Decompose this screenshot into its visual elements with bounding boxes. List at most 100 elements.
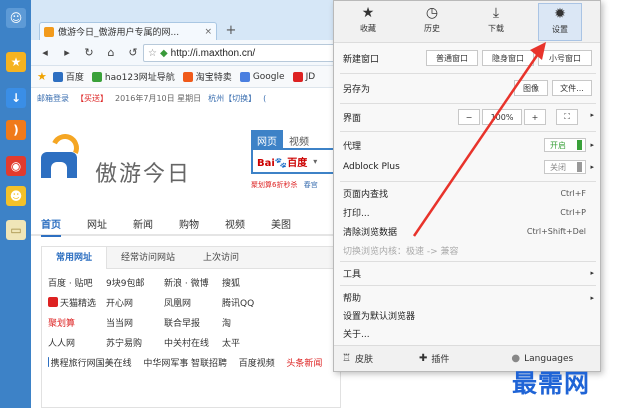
tab-last-visited[interactable]: 上次访问	[189, 247, 253, 269]
date-text: 2016年7月10日 星期日	[115, 93, 202, 103]
history-label: 历史	[424, 24, 440, 33]
promo-blue-link[interactable]: 春宫	[304, 181, 318, 189]
site-link[interactable]: 聚划算	[48, 316, 106, 329]
menu-separator	[340, 261, 596, 262]
menu-proxy[interactable]: 代理 开启 ▸	[334, 136, 600, 154]
menu-about[interactable]: 关于...	[334, 325, 600, 342]
site-link[interactable]: 智联招聘	[191, 356, 239, 369]
site-link[interactable]: 淘	[222, 316, 280, 329]
address-bar[interactable]: ☆ ◆ http://i.maxthon.cn/	[143, 44, 338, 62]
fullscreen-icon[interactable]: ⛶	[556, 109, 578, 125]
tab-frequent-sites[interactable]: 经常访问网站	[107, 247, 189, 269]
favorites-button[interactable]: ★ 收藏	[346, 3, 390, 41]
site-link[interactable]: 当当网	[106, 316, 164, 329]
menu-clear-data[interactable]: 清除浏览数据 Ctrl+Shift+Del	[334, 223, 600, 240]
bookmark-hao123[interactable]: hao123网址导航	[91, 70, 175, 83]
languages-button[interactable]: ● Languages	[511, 353, 573, 364]
tab-news[interactable]: 新闻	[133, 216, 153, 231]
new-tab-button[interactable]: +	[222, 22, 240, 40]
site-link[interactable]: 国美在线	[96, 356, 144, 369]
adblock-toggle[interactable]: 关闭	[544, 160, 586, 174]
tab-common-sites[interactable]: 常用网址	[42, 246, 108, 269]
tab-close-icon[interactable]: ×	[200, 27, 216, 37]
menu-help[interactable]: 帮助 ▸	[334, 289, 600, 306]
bookmark-taobao[interactable]: 淘宝特卖	[182, 70, 232, 83]
site-link[interactable]: 腾讯QQ	[222, 296, 280, 309]
download-icon: ⤓	[492, 5, 500, 21]
content-nav-tabs: 首页 网址 新闻 购物 视频 美图	[31, 212, 341, 237]
search-engine-select[interactable]: Bai🐾百度 ▾	[251, 148, 341, 174]
bookmark-baidu[interactable]: 百度	[52, 70, 84, 83]
home-icon[interactable]: ⌂	[103, 45, 119, 61]
history-button[interactable]: ◷ 历史	[410, 3, 454, 41]
promo-link[interactable]: 【买送】	[76, 93, 108, 104]
tab-pictures[interactable]: 美图	[271, 216, 291, 231]
weibo-icon[interactable]: ◉	[6, 156, 26, 176]
zoom-out-button[interactable]: −	[458, 109, 480, 125]
tab-shopping[interactable]: 购物	[179, 216, 199, 231]
site-link[interactable]: 百度视频	[239, 356, 287, 369]
tab-videos[interactable]: 视频	[225, 216, 245, 231]
site-link[interactable]: 联合早报	[164, 316, 222, 329]
incognito-window-button[interactable]: 隐身窗口	[482, 50, 534, 66]
save-image-button[interactable]: 图像	[514, 80, 548, 96]
skin-button[interactable]: ♖ 皮肤	[342, 352, 373, 365]
site-link[interactable]: 携程旅行网	[48, 356, 96, 369]
clock-icon: ◷	[425, 5, 439, 21]
links-tabs: 常用网址 经常访问网站 上次访问	[42, 246, 340, 269]
tab-sites[interactable]: 网址	[87, 216, 107, 231]
bookmark-google[interactable]: Google	[239, 71, 285, 82]
site-link[interactable]: 中关村在线	[164, 336, 222, 349]
star-icon[interactable]: ★	[6, 52, 26, 72]
site-link[interactable]: 中华网军事	[143, 356, 191, 369]
site-link[interactable]: 百度 · 贴吧	[48, 276, 106, 289]
site-link[interactable]: 凤凰网	[164, 296, 222, 309]
bookmark-star-icon[interactable]: ☆	[148, 48, 157, 59]
settings-button[interactable]: ✹ 设置	[538, 3, 582, 41]
forward-icon[interactable]: ▸	[59, 45, 75, 61]
chevron-down-icon[interactable]: ▾	[313, 157, 317, 166]
plugins-button[interactable]: ✚ 插件	[419, 352, 449, 365]
site-link[interactable]: 苏宁易购	[106, 336, 164, 349]
download-icon[interactable]: ↓	[6, 88, 26, 108]
site-link[interactable]: 搜狐	[222, 276, 280, 289]
bookmark-jd[interactable]: JD	[292, 71, 315, 82]
site-link[interactable]: 新浪 · 微博	[164, 276, 222, 289]
site-link[interactable]: 开心网	[106, 296, 164, 309]
note-icon[interactable]: ▭	[6, 220, 26, 240]
menu-tools[interactable]: 工具 ▸	[334, 264, 600, 282]
menu-set-default[interactable]: 设置为默认浏览器	[334, 307, 600, 324]
zoom-in-button[interactable]: +	[524, 109, 546, 125]
site-link[interactable]: 头条新闻	[286, 356, 334, 369]
normal-window-button[interactable]: 普通窗口	[426, 50, 478, 66]
back-icon[interactable]: ◂	[37, 45, 53, 61]
city-switch-link[interactable]: 杭州【切换】	[208, 93, 256, 104]
proxy-toggle[interactable]: 开启	[544, 138, 586, 152]
menu-find[interactable]: 页面内查找 Ctrl+F	[334, 185, 600, 202]
browser-tab[interactable]: 傲游今日_傲游用户专属的网... ×	[39, 22, 217, 40]
small-window-button[interactable]: 小号窗口	[538, 50, 592, 66]
mail-login-link[interactable]: 邮箱登录	[37, 93, 69, 104]
menu-adblock[interactable]: Adblock Plus 关闭 ▸	[334, 158, 600, 176]
menu-print[interactable]: 打印... Ctrl+P	[334, 204, 600, 221]
downloads-label: 下载	[488, 24, 504, 33]
refresh-icon[interactable]: ↻	[81, 45, 97, 61]
rss-icon[interactable]: )	[6, 120, 26, 140]
search-promo: 聚划算6折秒杀 春宫	[251, 180, 318, 190]
tab-home[interactable]: 首页	[41, 216, 61, 237]
info-bar: 邮箱登录 【买送】 2016年7月10日 星期日 杭州【切换】 (	[31, 88, 341, 108]
site-link[interactable]: 人人网	[48, 336, 106, 349]
save-file-button[interactable]: 文件...	[552, 80, 592, 96]
favorites-star-icon[interactable]: ★	[37, 70, 47, 83]
undo-icon[interactable]: ↺	[125, 45, 141, 61]
settings-label: 设置	[552, 25, 568, 34]
site-link[interactable]: 9块9包邮	[106, 276, 164, 289]
nav-toolbar: ◂ ▸ ↻ ⌂ ↺ ◷ ☆ ◆ http://i.maxthon.cn/	[31, 40, 341, 66]
emoticon-icon[interactable]: ☻	[6, 186, 26, 206]
links-panel: 常用网址 经常访问网站 上次访问 百度 · 贴吧 9块9包邮 新浪 · 微博 搜狐天猫…	[41, 246, 341, 408]
promo-red-link[interactable]: 聚划算6折秒杀	[251, 181, 297, 189]
downloads-button[interactable]: ⤓ 下载	[474, 3, 518, 41]
smile-icon[interactable]: ☺	[6, 8, 26, 28]
site-link[interactable]: 太平	[222, 336, 280, 349]
site-link[interactable]: 天猫精选	[48, 296, 106, 309]
